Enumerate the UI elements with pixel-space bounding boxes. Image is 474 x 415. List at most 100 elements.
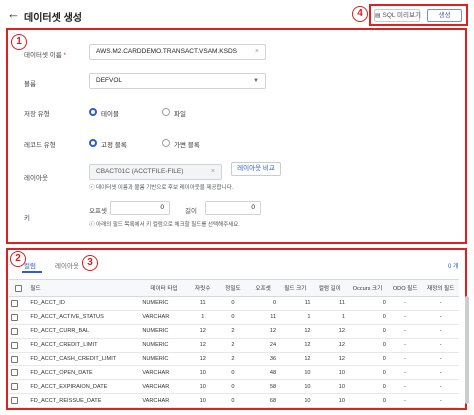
table-cell: 0 — [346, 379, 388, 395]
storage-option-table-label: 테이블 — [101, 111, 119, 118]
table-cell: 12 — [278, 352, 313, 367]
table-row[interactable]: FD_ACCT_REISSUE_DATE VARCHAR 10 0 68 10 10 0- - — [9, 393, 459, 409]
record-radio-fixed[interactable] — [89, 139, 97, 147]
column-header[interactable]: 데이터 타입 — [140, 279, 188, 297]
table-cell: - — [387, 365, 423, 381]
record-radio-variable[interactable] — [162, 139, 170, 147]
table-cell: 12 — [278, 338, 313, 353]
field-table: 필드 데이터 타입 자릿수 정밀도 오프셋 필드 크기 컬럼 길이 Occurs… — [9, 279, 459, 409]
table-cell: 10 — [312, 379, 347, 395]
volume-select[interactable]: DEFVOL ▼ — [89, 73, 266, 89]
table-row[interactable]: FD_ACCT_CASH_CREDIT_LIMIT NUMERIC 12 2 36 12 1… — [9, 352, 459, 367]
record-option-fixed-label: 고정 블록 — [101, 142, 127, 149]
column-header[interactable]: 오프셋 — [247, 279, 279, 297]
arrow-left-icon[interactable]: ← — [7, 7, 20, 20]
row-checkbox[interactable] — [11, 355, 18, 363]
row-checkbox-cell — [9, 393, 29, 409]
table-cell: - — [387, 379, 423, 395]
table-cell: FD_ACCT_OPEN_DATE — [28, 365, 141, 381]
column-header[interactable]: 필드 크기 — [278, 279, 313, 297]
table-cell: 0 — [346, 310, 388, 325]
row-checkbox[interactable] — [11, 397, 18, 405]
layout-input[interactable]: CBACT01C (ACCTFILE-FILE) × — [89, 164, 222, 180]
required-mark: * — [63, 52, 67, 59]
storage-radio-file[interactable] — [162, 108, 170, 116]
table-cell: VARCHAR — [140, 379, 188, 395]
document-icon: ▤ — [375, 13, 381, 19]
row-checkbox[interactable] — [11, 313, 18, 321]
table-row[interactable]: FD_ACCT_CREDIT_LIMIT NUMERIC 12 2 24 12 12 0- - — [9, 338, 459, 353]
column-header[interactable]: 재정의 필드 — [422, 279, 459, 297]
table-cell: - — [422, 324, 459, 339]
table-cell: 12 — [312, 338, 347, 353]
table-row[interactable]: FD_ACCT_CURR_BAL NUMERIC 12 2 12 12 12 0- - — [9, 324, 459, 339]
volume-label: 볼륨 — [24, 81, 36, 88]
sql-preview-button[interactable]: ▤ SQL 미리보기 — [374, 9, 421, 22]
row-checkbox[interactable] — [11, 299, 18, 307]
table-cell: 12 — [278, 324, 313, 339]
select-all-cell — [9, 279, 29, 297]
table-cell: 0 — [217, 310, 248, 325]
table-cell: - — [422, 310, 459, 325]
table-cell: 0 — [346, 296, 388, 311]
offset-input[interactable]: 0 — [110, 201, 170, 215]
table-cell: 0 — [247, 296, 279, 311]
storage-option-file-label: 파일 — [174, 111, 186, 118]
table-cell: 68 — [247, 393, 279, 409]
tab-columns[interactable]: 컬럼 — [24, 260, 36, 270]
table-cell: 0 — [346, 393, 388, 409]
dataset-name-input[interactable]: AWS.M2.CARDDEMO.TRANSACT.VSAM.KSDS × — [89, 44, 266, 60]
table-cell: 58 — [247, 379, 279, 395]
row-checkbox[interactable] — [11, 341, 18, 349]
create-button[interactable]: 생성 — [427, 9, 462, 22]
table-cell: - — [422, 393, 459, 409]
table-cell: FD_ACCT_ACTIVE_STATUS — [28, 310, 141, 325]
column-header[interactable]: 정밀도 — [217, 279, 248, 297]
clear-icon[interactable]: × — [255, 45, 259, 59]
table-cell: 12 — [187, 324, 218, 339]
table-cell: 0 — [346, 324, 388, 339]
key-hint: ⓘ 아래의 필드 목록에서 키 컬럼으로 체크할 필드를 선택해주세요. — [89, 222, 240, 228]
row-checkbox[interactable] — [11, 327, 18, 335]
row-checkbox-cell — [9, 296, 29, 311]
column-header[interactable]: 필드 — [28, 279, 141, 297]
table-cell: 10 — [187, 393, 218, 409]
table-cell: 10 — [187, 379, 218, 395]
column-header[interactable]: ODO 필드 — [387, 279, 423, 297]
clear-icon[interactable]: × — [211, 165, 215, 179]
table-cell: 10 — [278, 393, 313, 409]
column-header[interactable]: 자릿수 — [187, 279, 218, 297]
table-cell: FD_ACCT_EXPIRAION_DATE — [28, 379, 141, 395]
table-scrollbar[interactable] — [465, 296, 469, 404]
table-cell: 48 — [247, 365, 279, 381]
storage-radio-table[interactable] — [89, 108, 97, 116]
table-cell: 11 — [312, 296, 347, 311]
table-cell: 12 — [312, 352, 347, 367]
layout-compare-button[interactable]: 레이아웃 비교 — [231, 162, 281, 176]
row-checkbox-cell — [9, 379, 29, 395]
tab-layout[interactable]: 레이아웃 — [55, 260, 79, 270]
table-cell: 2 — [217, 352, 248, 367]
table-cell: 0 — [217, 393, 248, 409]
column-header[interactable]: Occurs 크기 — [346, 279, 388, 297]
table-row[interactable]: FD_ACCT_OPEN_DATE VARCHAR 10 0 48 10 10 0- - — [9, 365, 459, 381]
table-cell: - — [422, 296, 459, 311]
active-tab-indicator — [22, 271, 42, 273]
row-checkbox-cell — [9, 365, 29, 381]
table-cell: FD_ACCT_CASH_CREDIT_LIMIT — [28, 352, 141, 367]
row-checkbox-cell — [9, 338, 29, 353]
table-cell: 1 — [312, 310, 347, 325]
field-table-container: 필드 데이터 타입 자릿수 정밀도 오프셋 필드 크기 컬럼 길이 Occurs… — [9, 279, 459, 409]
table-row[interactable]: FD_ACCT_ACTIVE_STATUS VARCHAR 1 0 11 1 1 0- - — [9, 310, 459, 325]
table-cell: - — [387, 296, 423, 311]
select-all-checkbox[interactable] — [15, 284, 23, 292]
table-row[interactable]: FD_ACCT_ID NUMERIC 11 0 0 11 11 0- - — [9, 296, 459, 311]
storage-type-label: 저장 유형 — [24, 111, 50, 118]
row-checkbox[interactable] — [11, 383, 18, 391]
table-cell: 2 — [217, 324, 248, 339]
table-cell: - — [387, 324, 423, 339]
row-checkbox[interactable] — [11, 369, 18, 377]
table-row[interactable]: FD_ACCT_EXPIRAION_DATE VARCHAR 10 0 58 10 10 0-… — [9, 379, 459, 395]
length-input[interactable]: 0 — [205, 201, 261, 215]
column-header[interactable]: 컬럼 길이 — [312, 279, 347, 297]
